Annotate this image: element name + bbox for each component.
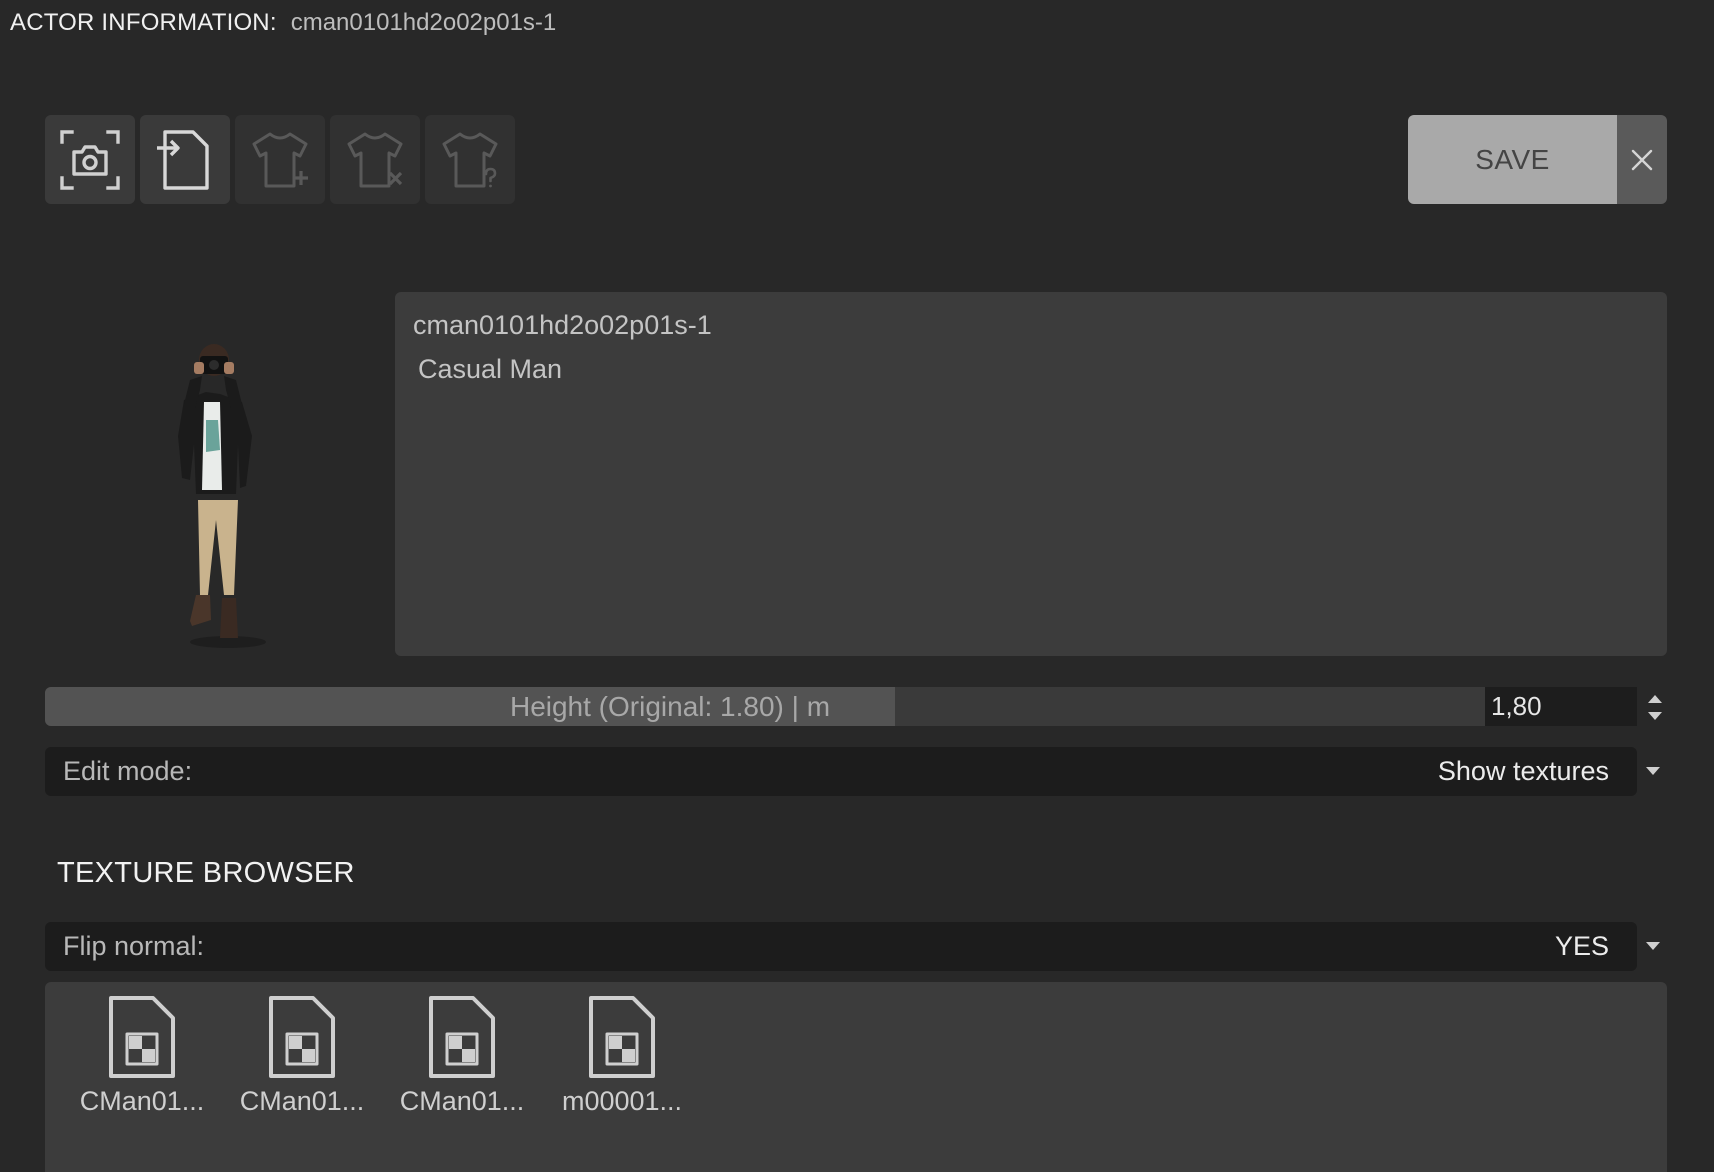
save-button[interactable]: SAVE xyxy=(1408,115,1617,204)
texture-file-icon xyxy=(429,996,495,1078)
import-file-button[interactable] xyxy=(140,115,230,204)
texture-file-icon xyxy=(589,996,655,1078)
remove-clothing-button[interactable] xyxy=(330,115,420,204)
actor-name: cman0101hd2o02p01s-1 xyxy=(413,310,712,340)
texture-item-name: CMan01... xyxy=(239,1086,365,1116)
remove-clothing-icon xyxy=(347,132,403,187)
texture-item[interactable]: m00001... xyxy=(547,994,697,1134)
height-slider[interactable]: Height (Original: 1.80) | m xyxy=(45,687,1485,726)
texture-file-icon xyxy=(269,996,335,1078)
chevron-down-icon[interactable] xyxy=(1645,766,1661,776)
texture-item[interactable]: CMan01... xyxy=(387,994,537,1134)
close-icon xyxy=(1631,149,1653,170)
clothing-help-icon xyxy=(442,132,498,187)
close-button[interactable] xyxy=(1617,115,1667,204)
actor-preview xyxy=(178,344,266,648)
texture-item-name: m00001... xyxy=(561,1086,683,1116)
add-clothing-icon xyxy=(252,132,308,187)
flip-normal-label: Flip normal: xyxy=(63,931,205,961)
header-actor-id: cman0101hd2o02p01s-1 xyxy=(290,9,557,36)
texture-item[interactable]: CMan01... xyxy=(227,994,377,1134)
flip-normal-value: YES xyxy=(1554,931,1609,961)
actor-description: Casual Man xyxy=(418,354,563,384)
flip-normal-dropdown[interactable]: Flip normal: YES xyxy=(45,922,1637,971)
height-slider-label: Height (Original: 1.80) | m xyxy=(509,690,831,722)
header-label: ACTOR INFORMATION: xyxy=(10,9,277,36)
edit-mode-value: Show textures xyxy=(1437,756,1609,786)
texture-file-icon xyxy=(109,996,175,1078)
stepper-up-icon[interactable] xyxy=(1648,695,1662,703)
camera-screenshot-icon xyxy=(60,129,120,190)
height-input[interactable]: 1,80 xyxy=(1485,687,1637,726)
add-clothing-button[interactable] xyxy=(235,115,325,204)
chevron-down-icon[interactable] xyxy=(1645,941,1661,951)
texture-item-name: CMan01... xyxy=(79,1086,205,1116)
texture-item[interactable]: CMan01... xyxy=(67,994,217,1134)
actor-info-box[interactable]: cman0101hd2o02p01s-1 Casual Man xyxy=(395,292,1667,656)
texture-item-name: CMan01... xyxy=(399,1086,525,1116)
texture-grid: CMan01... CMan01... CMan01... m00001... xyxy=(45,982,1667,1172)
screenshot-button[interactable] xyxy=(45,115,135,204)
edit-mode-label: Edit mode: xyxy=(63,756,193,786)
height-stepper[interactable] xyxy=(1643,690,1667,726)
import-file-icon xyxy=(157,129,209,190)
clothing-help-button[interactable] xyxy=(425,115,515,204)
panel-header: ACTOR INFORMATION: cman0101hd2o02p01s-1 xyxy=(10,8,556,38)
texture-browser-title: TEXTURE BROWSER xyxy=(57,857,355,889)
edit-mode-dropdown[interactable]: Edit mode: Show textures xyxy=(45,747,1637,796)
stepper-down-icon[interactable] xyxy=(1648,712,1662,720)
